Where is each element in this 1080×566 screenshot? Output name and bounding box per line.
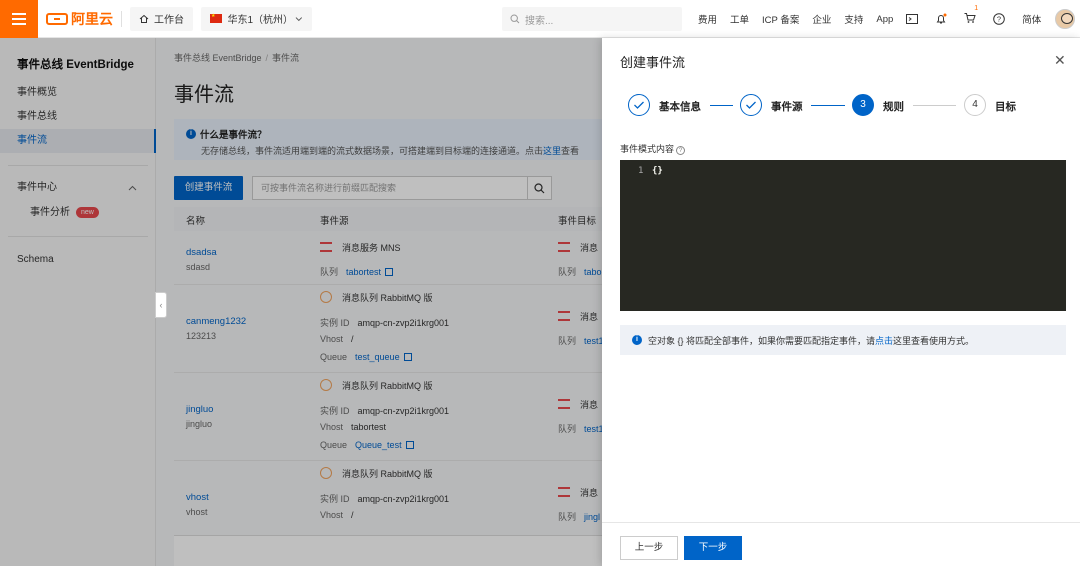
search-icon xyxy=(510,14,520,24)
usage-link[interactable]: 点击 xyxy=(875,336,893,346)
line-number: 1 xyxy=(638,166,644,176)
cart-icon xyxy=(964,12,976,23)
step-4-indicator: 4 xyxy=(964,94,986,116)
step-label: 基本信息 xyxy=(659,101,701,113)
top-bar: 阿里云 工作台 华东1（杭州） 搜索... 费用 工单 ICP 备案 企业 支持… xyxy=(0,0,1080,38)
cart-count: 1 xyxy=(974,4,979,12)
avatar[interactable] xyxy=(1055,9,1076,29)
editor-code[interactable]: {} xyxy=(652,166,663,176)
step-2-check-icon xyxy=(740,94,762,116)
event-pattern-editor[interactable]: 1 {} xyxy=(620,160,1066,311)
modal-overlay[interactable] xyxy=(0,38,602,566)
nav-tickets[interactable]: 工单 xyxy=(730,12,749,26)
menu-icon[interactable] xyxy=(0,0,38,38)
help-icon[interactable]: ? xyxy=(676,146,686,155)
language-switch[interactable]: 简体 xyxy=(1022,12,1041,26)
previous-step-button[interactable]: 上一步 xyxy=(620,536,678,560)
nav-app[interactable]: App xyxy=(876,14,893,25)
region-selector[interactable]: 华东1（杭州） xyxy=(201,6,312,31)
stepper: 基本信息 事件源 3 规则 4 目标 xyxy=(628,94,1048,118)
svg-text:?: ? xyxy=(997,15,1001,24)
step-connector xyxy=(811,105,845,106)
global-search-input[interactable]: 搜索... xyxy=(502,7,682,31)
create-event-stream-drawer: 创建事件流 ✕ 基本信息 事件源 3 规则 4 目标 事件模式内容? 1 {} … xyxy=(602,38,1080,566)
step-3-indicator: 3 xyxy=(852,94,874,116)
chevron-down-icon xyxy=(295,16,303,21)
help-icon[interactable]: ? xyxy=(993,13,1006,25)
top-nav: 费用 工单 ICP 备案 企业 支持 App 1 ? 简体 xyxy=(698,0,1076,38)
event-pattern-label: 事件模式内容? xyxy=(620,142,686,155)
bell-icon[interactable] xyxy=(935,13,947,25)
close-icon[interactable]: ✕ xyxy=(1054,52,1066,69)
next-step-button[interactable]: 下一步 xyxy=(684,536,742,560)
workbench-button[interactable]: 工作台 xyxy=(130,6,193,31)
step-connector xyxy=(913,105,956,106)
nav-fees[interactable]: 费用 xyxy=(698,12,717,26)
terminal-icon[interactable] xyxy=(906,13,919,25)
logo[interactable]: 阿里云 xyxy=(46,9,113,29)
divider xyxy=(121,10,122,27)
step-connector xyxy=(710,105,733,106)
step-1-check-icon xyxy=(628,94,650,116)
nav-enterprise[interactable]: 企业 xyxy=(812,12,831,26)
china-flag-icon xyxy=(210,13,223,23)
chevron-left-icon: ‹ xyxy=(159,300,163,310)
sidebar-collapse-button[interactable]: ‹ xyxy=(155,292,167,318)
info-icon: i xyxy=(632,335,642,345)
step-label: 事件源 xyxy=(771,101,803,113)
cart-button[interactable]: 1 xyxy=(964,5,993,27)
drawer-title: 创建事件流 xyxy=(620,55,686,70)
home-icon xyxy=(139,14,149,23)
info-note: i 空对象 {} 将匹配全部事件，如果你需要匹配指定事件，请点击这里查看使用方式… xyxy=(620,325,1066,355)
nav-support[interactable]: 支持 xyxy=(844,12,863,26)
aliyun-logo-icon xyxy=(46,12,68,25)
step-label: 规则 xyxy=(883,101,904,113)
step-label: 目标 xyxy=(995,101,1016,113)
drawer-footer: 上一步 下一步 xyxy=(602,522,1080,566)
nav-icp[interactable]: ICP 备案 xyxy=(762,12,799,26)
